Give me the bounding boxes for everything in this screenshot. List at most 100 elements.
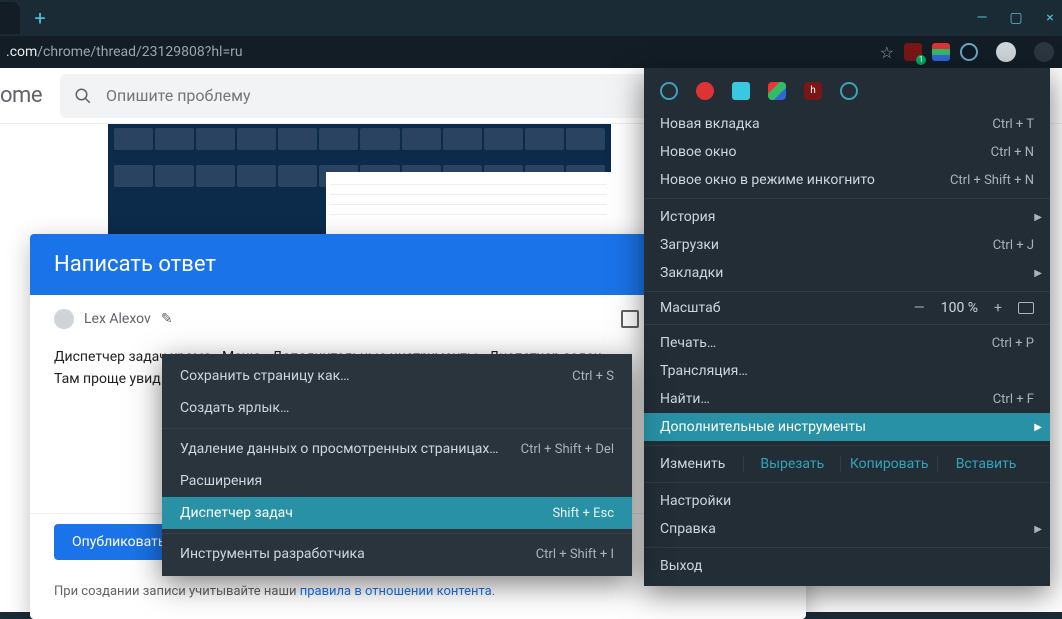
- submenu-item-2[interactable]: Диспетчер задач Shift + Esc: [162, 497, 632, 529]
- ext-cube-icon[interactable]: [768, 82, 786, 100]
- menu-item-label: Дополнительные инструменты: [660, 419, 866, 435]
- url-path: /chrome/thread/23129808?hl=ru: [37, 44, 242, 60]
- menu-item-label: Справка: [660, 521, 716, 537]
- menu-item-exit[interactable]: Выход: [644, 552, 1050, 580]
- ext-o-icon[interactable]: [840, 82, 858, 100]
- bookmark-star-icon[interactable]: ☆: [880, 43, 894, 62]
- menu-item-2[interactable]: Новое окно в режиме инкогнито Ctrl + Shif…: [644, 166, 1050, 194]
- submenu-item-1[interactable]: Создать ярлык…: [162, 392, 632, 424]
- menu-item-label: Новая вкладка: [660, 116, 760, 132]
- minimize-button[interactable]: —: [974, 10, 990, 26]
- menu-item-label: Диспетчер задач: [180, 505, 293, 521]
- menu-item-0[interactable]: История ▶: [644, 203, 1050, 231]
- submenu-arrow-icon: ▶: [1034, 212, 1042, 223]
- zoom-row: Масштаб — 100 % +: [644, 296, 1050, 320]
- menu-item-label: Новое окно в режиме инкогнито: [660, 172, 875, 188]
- ext-skype-icon[interactable]: [732, 82, 750, 100]
- close-button[interactable]: ×: [1042, 10, 1058, 26]
- menu-separator: [644, 198, 1050, 199]
- submenu-arrow-icon: ▶: [1034, 524, 1042, 535]
- menu-item-label: Настройки: [660, 493, 731, 509]
- paste-button[interactable]: Вставить: [937, 456, 1034, 472]
- menu-item-shortcut: Ctrl + S: [572, 369, 614, 384]
- menu-item-label: Создать ярлык…: [180, 400, 289, 416]
- menu-item-shortcut: Ctrl + Shift + I: [536, 547, 614, 562]
- submenu-arrow-icon: ▶: [1034, 268, 1042, 279]
- submenu-item-1[interactable]: Расширения: [162, 465, 632, 497]
- menu-separator: [162, 533, 632, 534]
- menu-item-label: История: [660, 209, 715, 225]
- footer-text: При создании записи учитывайте наши: [54, 584, 300, 599]
- zoom-label: Масштаб: [660, 300, 898, 316]
- menu-item-label: Найти…: [660, 391, 710, 407]
- menu-separator: [162, 428, 632, 429]
- ext-red-icon[interactable]: [696, 82, 714, 100]
- menu-separator: [644, 547, 1050, 548]
- menu-item-2[interactable]: Найти…Ctrl + F: [644, 385, 1050, 413]
- address-bar: .com/chrome/thread/23129808?hl=ru ☆: [0, 36, 1062, 68]
- menu-item-1[interactable]: Трансляция…: [644, 357, 1050, 385]
- menu-separator: [644, 291, 1050, 292]
- menu-extension-row: h: [644, 74, 1050, 110]
- menu-item-0[interactable]: Настройки: [644, 487, 1050, 515]
- embedded-screenshot: [108, 124, 611, 234]
- chrome-main-menu: h Новая вкладкаCtrl + T Новое окно Ctrl + …: [644, 68, 1050, 586]
- menu-item-label: Сохранить страницу как…: [180, 368, 350, 384]
- submenu-item-0[interactable]: Сохранить страницу как… Ctrl + S: [162, 360, 632, 392]
- brand-text: ome: [0, 83, 60, 108]
- cut-button[interactable]: Вырезать: [743, 456, 840, 472]
- content-policy-link[interactable]: правила в отношении контента: [300, 584, 492, 599]
- menu-item-label: Закладки: [660, 265, 723, 281]
- new-tab-button[interactable]: +: [26, 4, 54, 32]
- submenu-item-0[interactable]: Удаление данных о просмотренных страница…: [162, 433, 632, 465]
- ext-h-icon[interactable]: h: [804, 82, 822, 100]
- menu-item-shortcut: Ctrl + J: [993, 238, 1034, 253]
- url-domain: .com: [6, 44, 37, 60]
- user-name: Lex Alexov: [84, 311, 151, 327]
- menu-item-1[interactable]: Справка ▶: [644, 515, 1050, 543]
- menu-item-shortcut: Ctrl + N: [991, 145, 1034, 160]
- url-input[interactable]: .com/chrome/thread/23129808?hl=ru: [0, 44, 870, 60]
- extension-circle-icon[interactable]: [960, 43, 978, 61]
- titlebar: + — ▢ ×: [0, 0, 1062, 36]
- zoom-value: 100 %: [941, 300, 978, 316]
- fullscreen-button[interactable]: [1018, 302, 1034, 314]
- menu-item-label: Трансляция…: [660, 363, 748, 379]
- more-tools-submenu: Сохранить страницу как… Ctrl + S Создать я…: [162, 354, 632, 576]
- menu-separator: [644, 482, 1050, 483]
- submenu-arrow-icon: ▶: [1034, 422, 1042, 433]
- menu-item-shortcut: Ctrl + P: [992, 336, 1034, 351]
- copy-button[interactable]: Копировать: [840, 456, 937, 472]
- menu-item-1[interactable]: ЗагрузкиCtrl + J: [644, 231, 1050, 259]
- edit-name-icon[interactable]: ✎: [161, 311, 173, 327]
- menu-item-1[interactable]: Новое окно Ctrl + N: [644, 138, 1050, 166]
- active-tab[interactable]: [0, 2, 20, 34]
- menu-item-0[interactable]: Печать… Ctrl + P: [644, 329, 1050, 357]
- menu-item-label: Выход: [660, 558, 702, 574]
- menu-separator: [644, 445, 1050, 446]
- window-controls: — ▢ ×: [974, 0, 1058, 36]
- menu-item-2[interactable]: Закладки ▶: [644, 259, 1050, 287]
- user-avatar: [54, 309, 74, 329]
- extension-rainbow-icon[interactable]: [932, 43, 950, 61]
- zoom-out-button[interactable]: —: [908, 300, 931, 316]
- search-icon: [74, 87, 92, 105]
- menu-item-label: Печать…: [660, 335, 716, 351]
- maximize-button[interactable]: ▢: [1008, 10, 1024, 26]
- edit-label: Изменить: [660, 456, 725, 472]
- submenu-item-0[interactable]: Инструменты разработчика Ctrl + Shift + I: [162, 538, 632, 570]
- menu-item-3[interactable]: Дополнительные инструменты ▶: [644, 413, 1050, 441]
- subscribe-checkbox[interactable]: [621, 310, 639, 328]
- menu-item-label: Новое окно: [660, 144, 736, 160]
- menu-item-shortcut: Ctrl + Shift + Del: [521, 442, 614, 457]
- zoom-in-button[interactable]: +: [988, 300, 1008, 316]
- profile-avatar[interactable]: [996, 42, 1016, 62]
- menu-item-shortcut: Ctrl + Shift + N: [950, 173, 1034, 188]
- ext-gear-icon[interactable]: [660, 82, 678, 100]
- menu-item-label: Инструменты разработчика: [180, 546, 365, 562]
- menu-item-0[interactable]: Новая вкладкаCtrl + T: [644, 110, 1050, 138]
- extension-ublock-icon[interactable]: [904, 43, 922, 61]
- menu-item-label: Расширения: [180, 473, 262, 489]
- chrome-menu-button[interactable]: [1034, 42, 1054, 62]
- menu-item-shortcut: Shift + Esc: [552, 506, 614, 521]
